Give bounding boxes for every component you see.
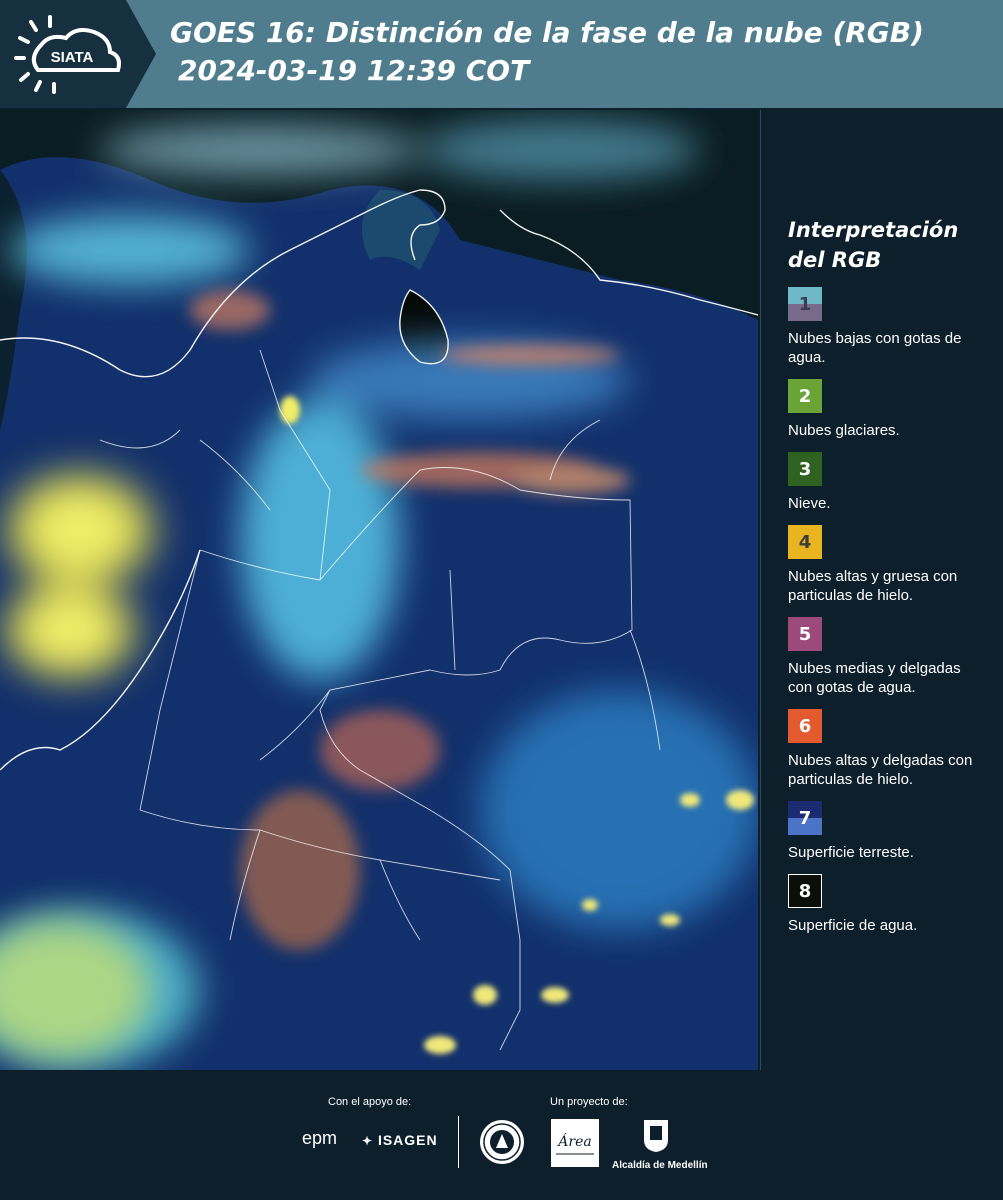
header-bar: SIATA GOES 16: Distinción de la fase de … bbox=[0, 0, 1003, 108]
legend-item: 7 Superficie terreste. bbox=[788, 801, 988, 862]
alcaldia-shield-icon bbox=[644, 1120, 668, 1152]
legend-label: Superficie terreste. bbox=[788, 844, 914, 861]
legend-label: Nubes altas y gruesa con particulas de h… bbox=[788, 568, 958, 604]
project-label: Un proyecto de: bbox=[550, 1096, 628, 1108]
title-line-1: GOES 16: Distinción de la fase de la nub… bbox=[170, 16, 924, 49]
legend-title: Interpretación del RGB bbox=[788, 218, 959, 272]
title-line-2: 2024-03-19 12:39 COT bbox=[178, 54, 530, 87]
legend-label: Nubes bajas con gotas de agua. bbox=[788, 330, 962, 366]
page-title: GOES 16: Distinción de la fase de la nub… bbox=[170, 14, 990, 90]
area-metropolitana-logo: Área bbox=[551, 1119, 599, 1167]
legend-item: 5 Nubes medias y delgadas con gotas de ag… bbox=[788, 617, 988, 697]
legend-item: 8 Superficie de agua. bbox=[788, 874, 988, 935]
alcaldia-text: Alcaldía de Medellín bbox=[612, 1160, 708, 1171]
satellite-map bbox=[0, 110, 758, 1070]
footer-divider bbox=[458, 1116, 459, 1168]
legend-number: 6 bbox=[798, 715, 812, 737]
legend-list: 1 Nubes bajas con gotas de agua. 2 Nubes gl… bbox=[788, 287, 988, 935]
legend-swatch: 1 bbox=[788, 287, 822, 321]
legend-swatch: 4 bbox=[788, 525, 822, 559]
isagen-logo: ✦ ISAGEN bbox=[362, 1132, 438, 1148]
legend-swatch: 8 bbox=[788, 874, 822, 908]
legend-item: 6 Nubes altas y delgadas con particulas d… bbox=[788, 709, 988, 789]
legend-label: Nubes altas y delgadas con particulas de… bbox=[788, 752, 973, 788]
legend-label: Nubes glaciares. bbox=[788, 422, 900, 439]
legend-swatch: 6 bbox=[788, 709, 822, 743]
svg-text:Área: Área bbox=[556, 1132, 591, 1150]
legend-label: Nieve. bbox=[788, 495, 831, 512]
legend-item: 3 Nieve. bbox=[788, 452, 988, 513]
legend-number: 4 bbox=[798, 531, 812, 553]
legend-item: 1 Nubes bajas con gotas de agua. bbox=[788, 287, 988, 367]
isagen-text: ISAGEN bbox=[377, 1132, 438, 1148]
legend-number: 5 bbox=[798, 623, 812, 645]
siata-logo: SIATA bbox=[14, 15, 121, 94]
legend-item: 4 Nubes altas y gruesa con particulas de … bbox=[788, 525, 988, 605]
medellin-seal-icon bbox=[480, 1120, 524, 1164]
legend-label: Superficie de agua. bbox=[788, 917, 918, 934]
logo-chevron bbox=[126, 0, 156, 108]
footer: Con el apoyo de: Un proyecto de: epm ✦ I… bbox=[0, 1070, 1003, 1200]
legend-swatch: 5 bbox=[788, 617, 822, 651]
legend-number: 3 bbox=[798, 458, 812, 480]
legend-number: 8 bbox=[798, 880, 812, 902]
legend-number: 7 bbox=[798, 807, 812, 829]
legend-number: 1 bbox=[798, 293, 812, 315]
legend-swatch: 7 bbox=[788, 801, 822, 835]
legend-swatch: 2 bbox=[788, 379, 822, 413]
legend-panel: Interpretación del RGB 1 Nubes bajas con … bbox=[788, 215, 988, 935]
legend-label: Nubes medias y delgadas con gotas de agu… bbox=[788, 660, 961, 696]
isagen-icon: ✦ bbox=[362, 1134, 374, 1148]
support-label: Con el apoyo de: bbox=[328, 1096, 412, 1108]
satellite-image bbox=[0, 110, 758, 1070]
legend-number: 2 bbox=[798, 385, 812, 407]
siata-logo-text: SIATA bbox=[51, 49, 94, 66]
logo-block: SIATA bbox=[0, 0, 126, 108]
panel-divider bbox=[760, 110, 761, 1070]
legend-item: 2 Nubes glaciares. bbox=[788, 379, 988, 440]
legend-swatch: 3 bbox=[788, 452, 822, 486]
epm-logo: epm bbox=[302, 1128, 338, 1148]
